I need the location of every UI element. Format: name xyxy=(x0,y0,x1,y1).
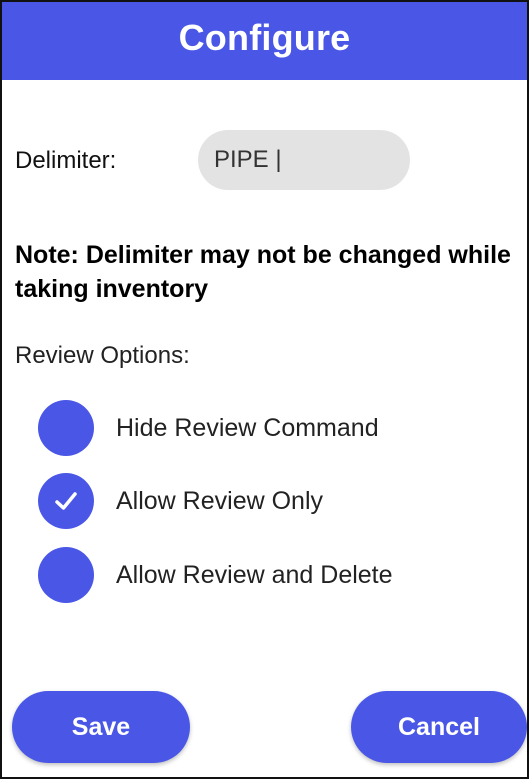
radio-button[interactable] xyxy=(38,547,94,603)
delimiter-value: PIPE | xyxy=(214,146,282,173)
checkmark-icon xyxy=(55,492,77,510)
review-option-label: Hide Review Command xyxy=(116,413,379,442)
configure-screen: Configure Delimiter: PIPE | Note: Delimi… xyxy=(0,0,529,779)
review-option-allow-review-only[interactable]: Allow Review Only xyxy=(38,473,323,529)
review-option-hide-command[interactable]: Hide Review Command xyxy=(38,400,379,456)
radio-button-selected[interactable] xyxy=(38,473,94,529)
header-bar: Configure xyxy=(2,2,527,80)
delimiter-note: Note: Delimiter may not be changed while… xyxy=(15,241,511,303)
page-title: Configure xyxy=(178,17,351,58)
cancel-button[interactable]: Cancel xyxy=(351,691,527,763)
delimiter-label: Delimiter: xyxy=(15,147,117,174)
review-options-title: Review Options: xyxy=(15,342,190,369)
delimiter-select[interactable]: PIPE | xyxy=(198,130,410,190)
review-option-label: Allow Review and Delete xyxy=(116,560,393,589)
review-option-allow-review-delete[interactable]: Allow Review and Delete xyxy=(38,547,393,603)
save-button[interactable]: Save xyxy=(12,691,190,763)
radio-button[interactable] xyxy=(38,400,94,456)
review-option-label: Allow Review Only xyxy=(116,486,324,515)
